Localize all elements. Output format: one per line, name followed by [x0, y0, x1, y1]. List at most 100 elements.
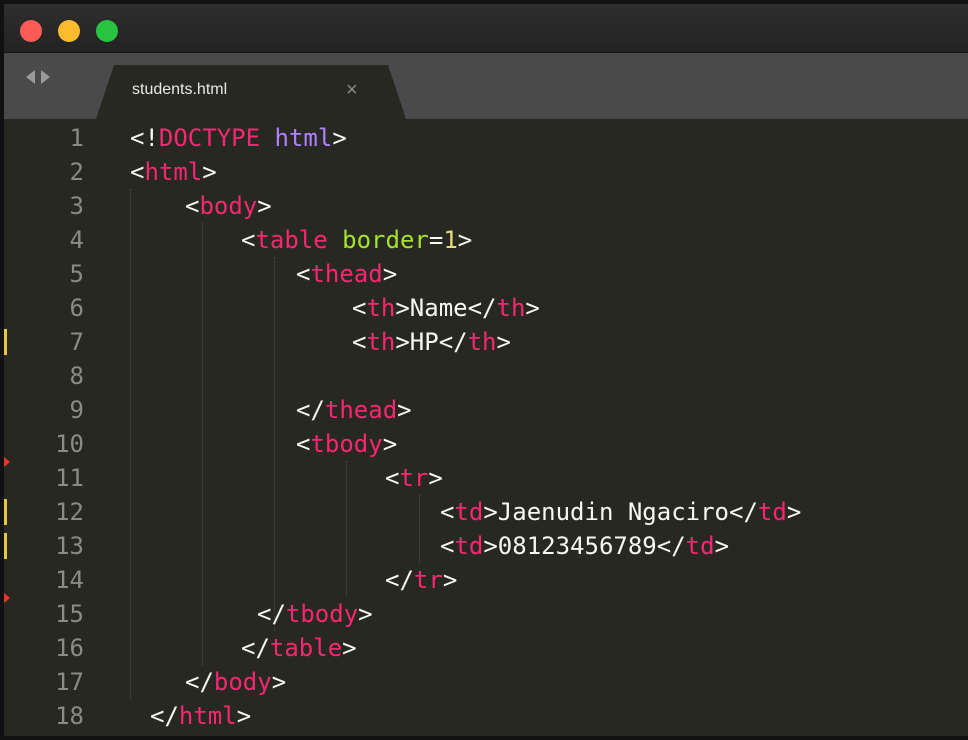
code-token: > — [202, 158, 217, 186]
line-number: 1 — [69, 124, 84, 152]
indent-guide — [202, 223, 203, 665]
code-token: tbody — [285, 600, 359, 628]
code-line[interactable]: </tbody> — [257, 597, 373, 631]
code-token: > — [496, 328, 511, 356]
code-token: >08123456789</ — [483, 532, 686, 560]
code-token: < — [352, 294, 367, 322]
code-line[interactable]: <body> — [185, 189, 272, 223]
code-token: < — [440, 532, 455, 560]
tab-students-html[interactable]: students.html × — [96, 65, 406, 119]
line-number: 7 — [69, 328, 84, 356]
close-icon[interactable]: × — [346, 79, 358, 102]
code-token: td — [454, 532, 484, 560]
code-line[interactable]: <td>Jaenudin Ngaciro</td> — [440, 495, 801, 529]
code-line[interactable]: <html> — [130, 155, 217, 189]
code-token: </ — [385, 566, 414, 594]
code-token: html — [178, 702, 237, 730]
tab-bar: students.html × — [4, 53, 968, 119]
code-token: border — [342, 226, 429, 254]
code-token: > — [257, 192, 272, 220]
code-token: </ — [257, 600, 286, 628]
code-line[interactable]: <!DOCTYPE html> — [130, 121, 347, 155]
code-token: body — [199, 192, 258, 220]
code-token: > — [382, 430, 398, 458]
error-marker-icon — [4, 457, 10, 467]
code-token: < — [296, 260, 311, 288]
code-token: tbody — [310, 430, 383, 458]
code-line[interactable]: </body> — [185, 665, 286, 699]
line-number: 13 — [55, 532, 84, 560]
code-line[interactable]: <tr> — [385, 461, 443, 495]
code-line[interactable]: <tbody> — [296, 427, 397, 461]
code-token: > — [525, 294, 540, 322]
line-number: 5 — [69, 260, 84, 288]
line-number: 14 — [55, 566, 84, 594]
code-token: thead — [324, 396, 398, 424]
code-line[interactable]: <th>HP</th> — [352, 325, 511, 359]
code-token: > — [342, 634, 357, 662]
indent-guide — [130, 189, 131, 699]
code-token: > — [271, 668, 287, 696]
code-token: > — [457, 226, 473, 254]
code-token: td — [685, 532, 715, 560]
line-number: 9 — [69, 396, 84, 424]
code-token: > — [382, 260, 398, 288]
code-token: <! — [130, 124, 159, 152]
code-token: < — [241, 226, 256, 254]
code-token: body — [213, 668, 272, 696]
code-token: < — [352, 328, 367, 356]
code-token: > — [786, 498, 802, 526]
code-line[interactable]: <td>08123456789</td> — [440, 529, 729, 563]
editor-window: students.html × 1 2 3 4 5 6 7 8 9 10 11 12 13 14 15 16 1… — [0, 0, 968, 740]
code-token: 1 — [443, 226, 458, 254]
code-line[interactable]: <thead> — [296, 257, 397, 291]
code-token: </ — [241, 634, 270, 662]
code-line[interactable]: <table border=1> — [241, 223, 472, 257]
code-token: >Name</ — [395, 294, 497, 322]
tab-title: students.html — [132, 81, 228, 98]
code-token: < — [185, 192, 200, 220]
arrow-left-icon[interactable] — [26, 70, 35, 84]
code-line[interactable]: </table> — [241, 631, 357, 665]
code-token: th — [366, 328, 396, 356]
code-token: > — [714, 532, 730, 560]
code-token: = — [428, 226, 444, 254]
error-marker-icon — [4, 593, 10, 603]
code-token: html — [274, 124, 333, 152]
code-token: thead — [310, 260, 383, 288]
code-token: < — [385, 464, 400, 492]
code-token: td — [454, 498, 484, 526]
zoom-window-button[interactable] — [96, 20, 118, 42]
close-window-button[interactable] — [20, 20, 42, 42]
code-token: tr — [399, 464, 429, 492]
code-token: > — [236, 702, 252, 730]
arrow-right-icon[interactable] — [41, 70, 50, 84]
code-editor[interactable]: 1 2 3 4 5 6 7 8 9 10 11 12 13 14 15 16 17 18 <!DOCTYPE ht… — [4, 119, 968, 736]
tab-navigation — [26, 67, 74, 87]
code-token: html — [144, 158, 203, 186]
code-token: > — [332, 124, 347, 152]
code-token: </ — [296, 396, 325, 424]
code-token: table — [269, 634, 343, 662]
line-number-gutter: 1 2 3 4 5 6 7 8 9 10 11 12 13 14 15 16 17 18 — [4, 119, 100, 736]
line-number: 8 — [69, 362, 84, 390]
code-token: > — [442, 566, 458, 594]
code-token: tr — [413, 566, 443, 594]
code-line[interactable]: </tr> — [385, 563, 457, 597]
line-number: 15 — [55, 600, 84, 628]
code-token: < — [440, 498, 455, 526]
code-line[interactable]: <th>Name</th> — [352, 291, 540, 325]
code-token: < — [296, 430, 311, 458]
line-number: 3 — [69, 192, 84, 220]
code-token: > — [358, 600, 373, 628]
code-line[interactable]: </html> — [150, 699, 251, 733]
code-line[interactable]: </thead> — [296, 393, 412, 427]
code-token: > — [428, 464, 443, 492]
title-bar — [4, 4, 968, 53]
line-number: 11 — [55, 464, 84, 492]
minimize-window-button[interactable] — [58, 20, 80, 42]
code-token: > — [397, 396, 412, 424]
line-number: 12 — [55, 498, 84, 526]
